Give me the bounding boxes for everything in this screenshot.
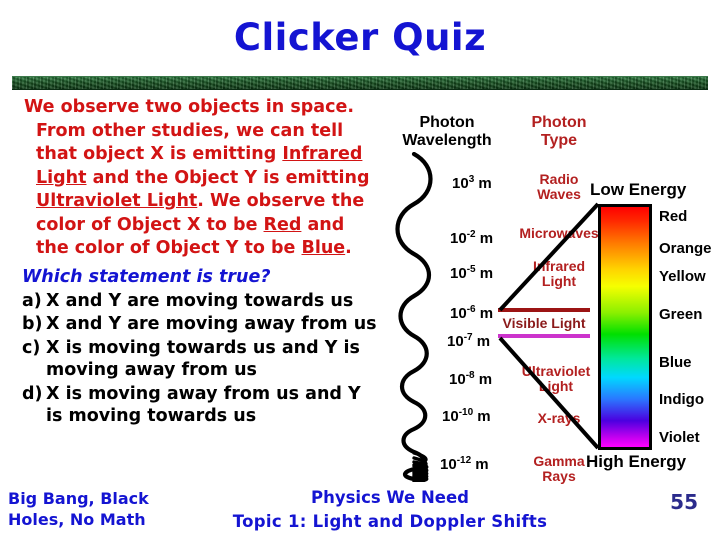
photon-wavelength-heading-line1: Photon: [419, 114, 475, 131]
answer-option-c[interactable]: c) X is moving towards us and Y is movin…: [22, 337, 382, 382]
photon-wavelength-heading-line2: Wavelength: [402, 132, 492, 149]
wavelength-label-8: 10-12 m: [440, 455, 489, 473]
question-stem: Which statement is true?: [22, 266, 271, 287]
prompt-text-2: and the Object Y is emitting: [86, 167, 370, 188]
color-label-blue: Blue: [659, 354, 692, 371]
wavelength-label-3: 10-5 m: [450, 264, 494, 282]
term-blue: Blue: [301, 238, 346, 258]
term-red: Red: [263, 214, 302, 235]
answer-option-a[interactable]: a) X and Y are moving towards us: [22, 290, 382, 313]
answer-option-d[interactable]: d) X is moving away from us and Y is mov…: [22, 383, 382, 428]
footer-book-title-line1: Big Bang, Black: [8, 489, 149, 508]
footer-course-title: Physics We Need Topic 1: Light and Doppl…: [180, 486, 600, 534]
page-title: Clicker Quiz: [233, 16, 487, 59]
color-label-yellow: Yellow: [659, 268, 706, 285]
wavelength-label-6: 10-8 m: [449, 370, 493, 388]
photon-type-heading: Photon Type: [504, 114, 614, 150]
prompt-text-5: .: [345, 238, 352, 258]
color-label-red: Red: [659, 208, 688, 225]
footer-book-title: Big Bang, Black Holes, No Math: [8, 488, 188, 530]
wavelength-label-4: 10-6 m: [450, 304, 494, 322]
footer-book-title-line2: Holes, No Math: [8, 510, 146, 529]
slide-number: 55: [670, 490, 698, 514]
color-label-violet: Violet: [659, 429, 700, 446]
answer-option-b-letter: b): [22, 314, 43, 334]
visible-spectrum-color-bar: [598, 204, 652, 450]
answer-option-b[interactable]: b) X and Y are moving away from us: [22, 313, 382, 336]
wavelength-label-5: 10-7 m: [447, 332, 491, 350]
title-divider: [12, 76, 708, 90]
photon-type-heading-line2: Type: [540, 132, 578, 149]
answer-option-list: a) X and Y are moving towards us b) X an…: [14, 290, 382, 428]
visible-light-connector-lines: [498, 202, 600, 450]
question-panel: We observe two objects in space. From ot…: [14, 96, 382, 429]
low-energy-caption: Low Energy: [590, 180, 687, 199]
color-label-indigo: Indigo: [659, 391, 704, 408]
question-prompt: We observe two objects in space. From ot…: [14, 96, 382, 261]
wavelength-label-1: 103 m: [452, 174, 492, 192]
answer-option-b-label: X and Y are moving away from us: [46, 314, 377, 334]
answer-option-c-label: X is moving towards us and Y is moving a…: [46, 337, 360, 381]
footer-course-line2: Topic 1: Light and Doppler Shifts: [232, 512, 548, 531]
wave-squiggle-icon: [395, 152, 433, 482]
term-ultraviolet-light: Ultraviolet Light: [36, 191, 198, 211]
electromagnetic-spectrum-figure: Photon Wavelength Photon Type 103 m 10-2…: [382, 96, 720, 486]
answer-option-a-label: X and Y are moving towards us: [46, 290, 354, 311]
footer-course-line1: Physics We Need: [311, 488, 469, 507]
answer-option-a-letter: a): [22, 290, 42, 311]
color-label-orange: Orange: [659, 240, 712, 257]
wavelength-label-7: 10-10 m: [442, 407, 491, 425]
answer-option-d-label: X is moving away from us and Y is moving…: [46, 383, 361, 427]
wavelength-label-2: 10-2 m: [450, 229, 494, 247]
slide-footer: Big Bang, Black Holes, No Math Physics W…: [0, 486, 720, 540]
answer-option-d-letter: d): [22, 383, 43, 404]
high-energy-caption: High Energy: [586, 452, 687, 471]
answer-option-c-letter: c): [22, 337, 41, 358]
photon-wavelength-heading: Photon Wavelength: [382, 114, 512, 150]
color-label-green: Green: [659, 306, 703, 323]
photon-type-heading-line1: Photon: [531, 114, 587, 131]
